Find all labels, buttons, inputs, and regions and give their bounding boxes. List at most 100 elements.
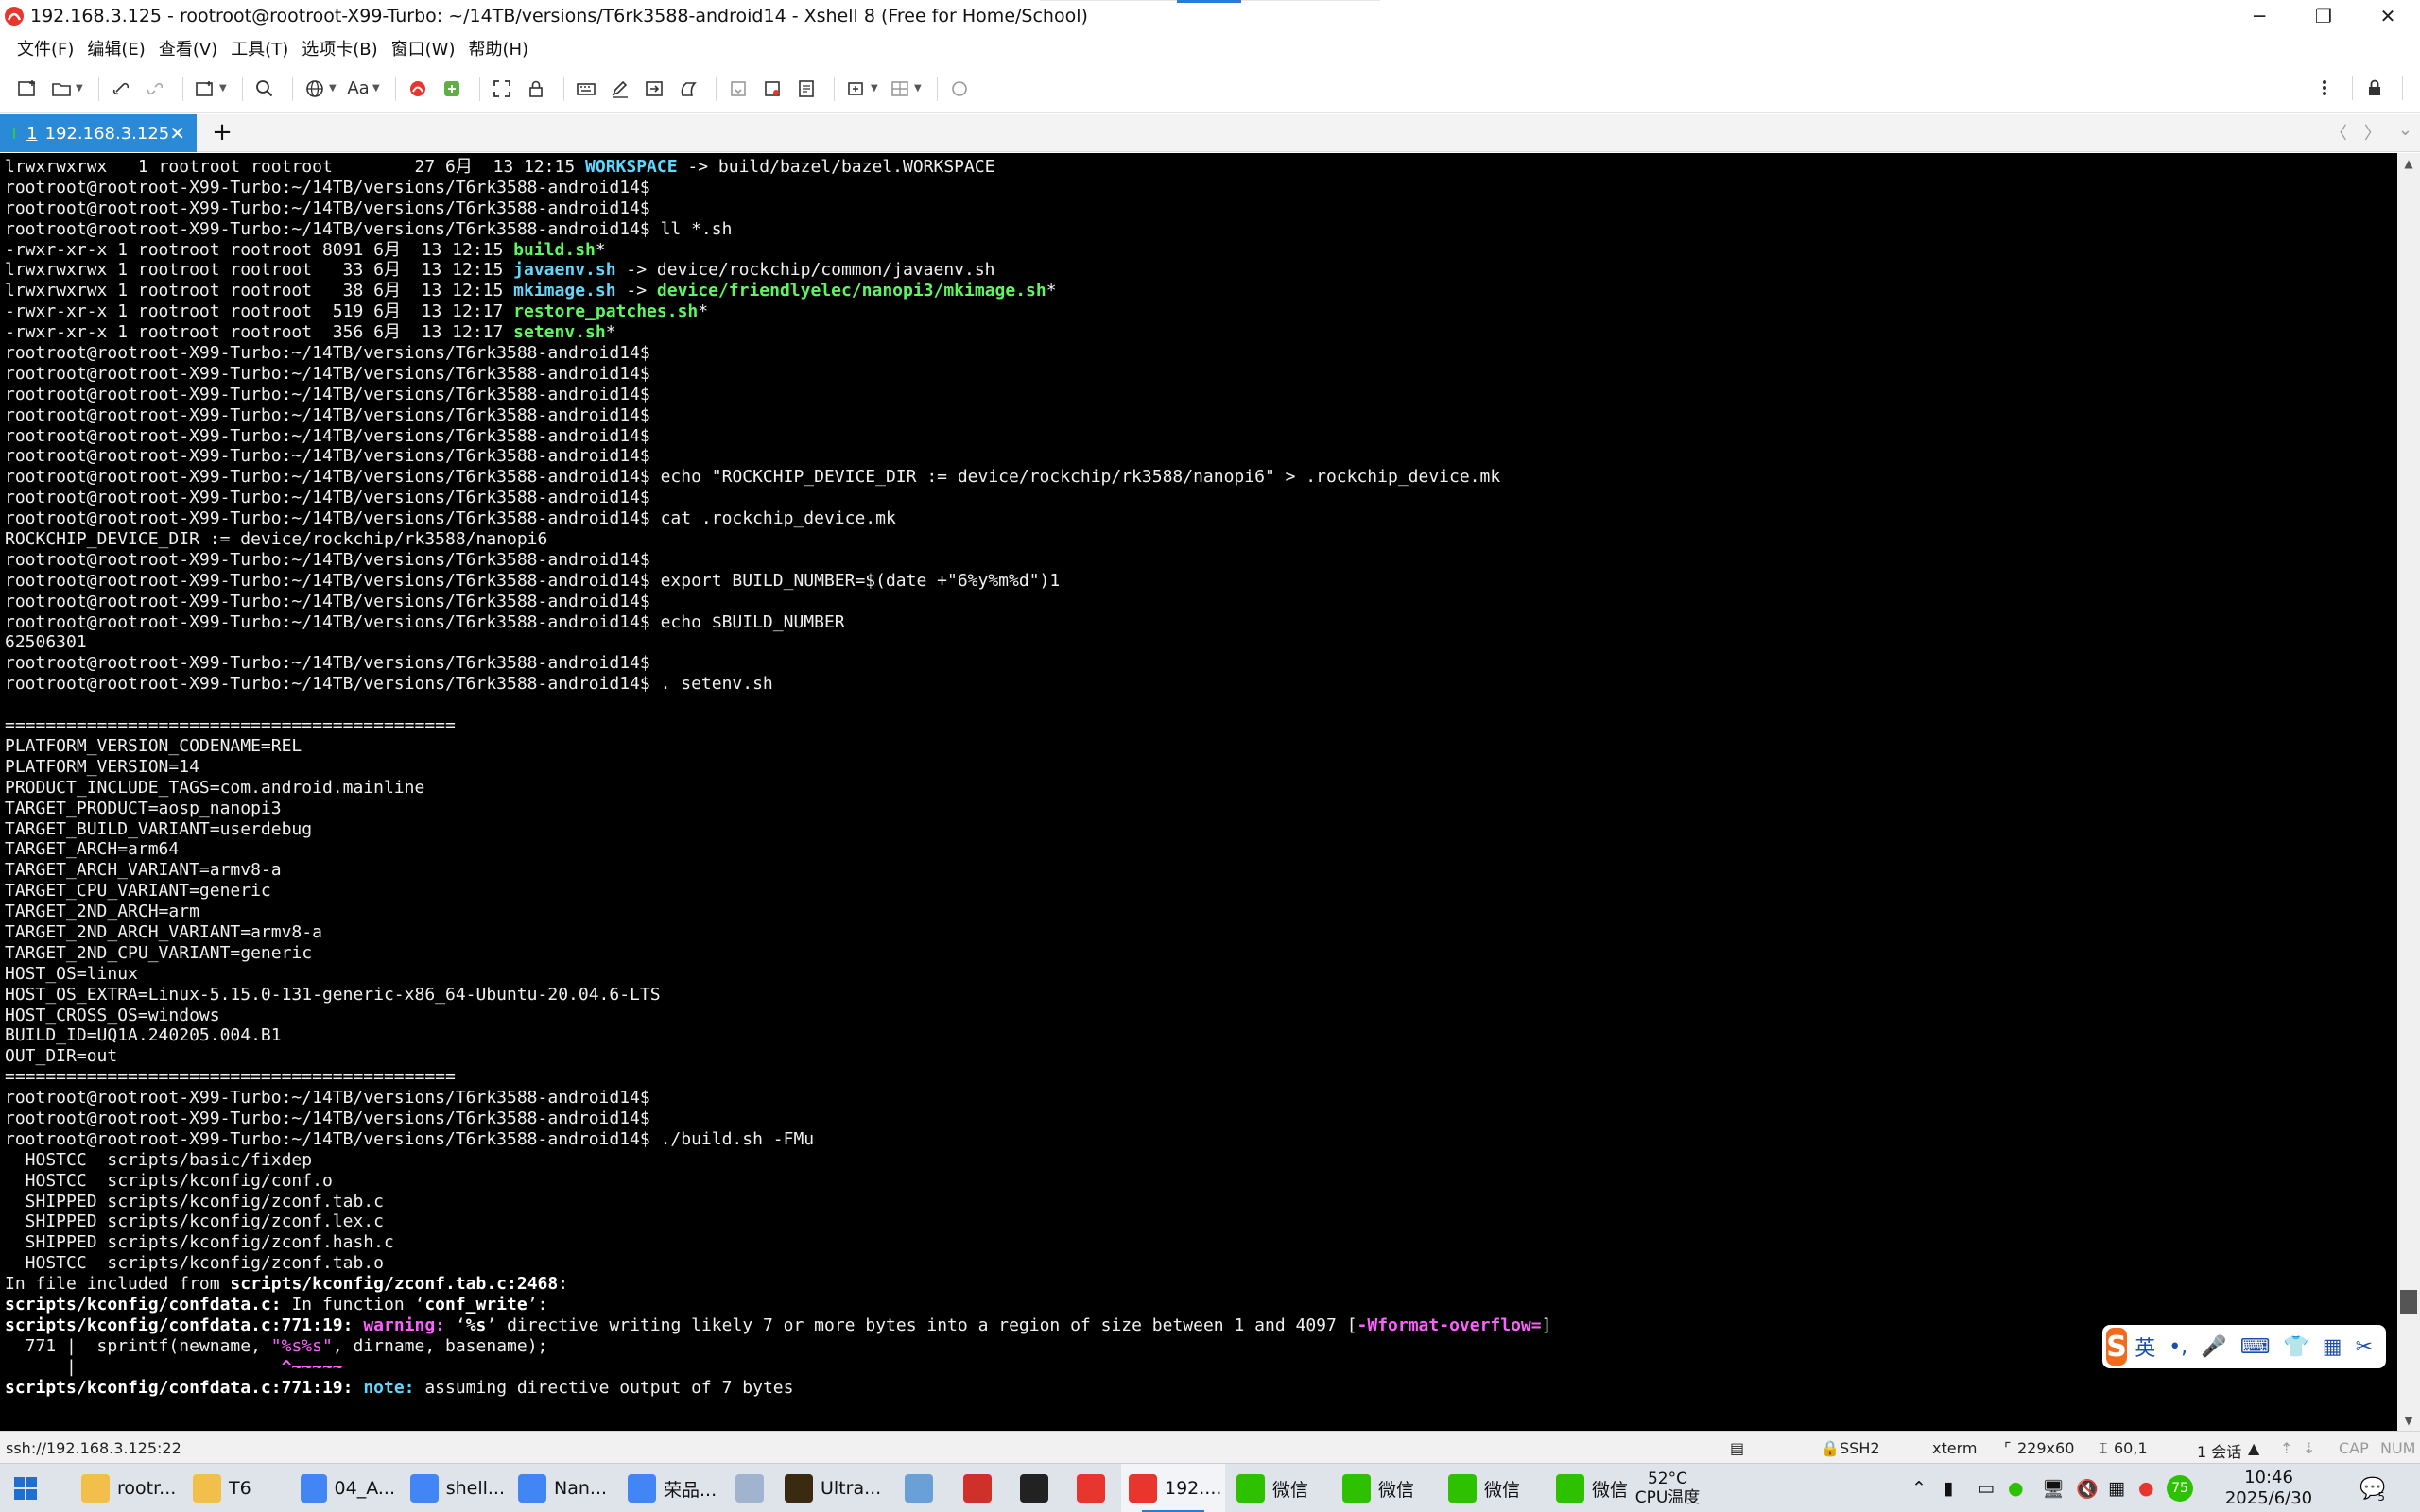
scroll-down-icon[interactable]: ▼ xyxy=(2397,1410,2420,1431)
lock-screen-icon[interactable] xyxy=(2360,74,2389,102)
network-icon[interactable]: 🖥 xyxy=(2042,1464,2065,1512)
taskbar-item[interactable]: 荣品... xyxy=(620,1464,722,1512)
taskbar-item[interactable] xyxy=(726,1464,773,1512)
chevron-down-icon[interactable]: ▼ xyxy=(219,83,229,94)
search-icon[interactable] xyxy=(251,75,279,103)
ime-punctuation-icon[interactable]: •, xyxy=(2169,1335,2187,1359)
terminal-scrollbar[interactable]: ▲ ▼ xyxy=(2397,153,2420,1431)
ime-toolbar[interactable]: S 英 •, 🎤 ⌨ 👕 ▦ ✂ xyxy=(2102,1325,2386,1368)
terminal-output[interactable]: lrwxrwxrwx 1 rootroot rootroot 27 6月 13 … xyxy=(0,153,2397,1431)
transfer-icon[interactable] xyxy=(724,75,752,103)
volume-muted-icon[interactable]: 🔇 xyxy=(2076,1464,2099,1512)
ime-toolbox-icon[interactable]: ▦ xyxy=(2323,1335,2342,1359)
new-window-icon[interactable] xyxy=(191,75,219,103)
taskbar-item[interactable]: Nan... xyxy=(510,1464,613,1512)
globe-icon[interactable] xyxy=(301,75,329,103)
ime-keyboard-icon[interactable]: ⌨ xyxy=(2240,1335,2271,1359)
chevron-down-icon[interactable]: ▼ xyxy=(76,83,85,94)
xftp-green-icon[interactable] xyxy=(438,75,466,103)
keyboard-icon[interactable] xyxy=(572,75,600,103)
title-bar: 192.168.3.125 - rootroot@rootroot-X99-Tu… xyxy=(0,0,2420,32)
taskbar-item[interactable]: 微信 xyxy=(1229,1464,1331,1512)
lock-icon[interactable] xyxy=(522,75,550,103)
chevron-down-icon[interactable]: ▼ xyxy=(372,83,382,94)
menu-file[interactable]: 文件(F) xyxy=(17,36,74,60)
status-connection: ssh://192.168.3.125:22 xyxy=(6,1439,182,1457)
taskbar-item[interactable]: 04_A... xyxy=(293,1464,395,1512)
layout-icon[interactable] xyxy=(886,75,914,103)
taskbar-item[interactable]: 微信 xyxy=(1335,1464,1437,1512)
ime-voice-icon[interactable]: 🎤 xyxy=(2201,1335,2226,1359)
connect-link-icon[interactable] xyxy=(107,75,135,103)
menu-window[interactable]: 窗口(W) xyxy=(391,36,456,60)
tray-grid-icon[interactable]: ▦ xyxy=(2108,1464,2125,1512)
menu-tabs[interactable]: 选项卡(B) xyxy=(302,36,377,60)
taskbar-item[interactable] xyxy=(951,1464,1004,1512)
tray-app-icon[interactable]: ▮ xyxy=(1944,1464,1953,1512)
tray-wechat-icon[interactable]: ● xyxy=(2008,1464,2024,1512)
taskbar-item[interactable]: 微信 xyxy=(1441,1464,1543,1512)
terminal-text: HOSTCC scripts/kconfig/zconf.tab.o xyxy=(5,1253,384,1274)
status-lock-icon: 🔒 xyxy=(1821,1439,1840,1457)
tab-session-1[interactable]: 1 192.168.3.125 ✕ xyxy=(0,114,197,152)
cpu-temp-widget[interactable]: 52°C CPU温度 xyxy=(1611,1464,1724,1512)
tray-overflow-icon[interactable]: ⌃ xyxy=(1911,1464,1927,1512)
taskbar-item[interactable]: 192.... xyxy=(1121,1464,1225,1512)
new-session-icon[interactable] xyxy=(13,75,42,103)
chevron-down-icon[interactable]: ▼ xyxy=(871,83,880,94)
chevron-down-icon[interactable]: ▼ xyxy=(914,83,924,94)
script-icon[interactable] xyxy=(674,75,702,103)
menu-edit[interactable]: 编辑(E) xyxy=(87,36,145,60)
taskbar-app-icon xyxy=(785,1474,813,1503)
send-file-icon[interactable] xyxy=(640,75,668,103)
notes-icon[interactable] xyxy=(792,75,821,103)
ime-skin-icon[interactable]: 👕 xyxy=(2283,1335,2308,1359)
compose-icon[interactable] xyxy=(606,75,634,103)
minimize-button[interactable]: ─ xyxy=(2227,0,2291,32)
taskbar-item[interactable]: T6 xyxy=(185,1464,287,1512)
taskbar-item[interactable]: rootr... xyxy=(74,1464,178,1512)
font-button[interactable]: Aa xyxy=(344,75,372,103)
ime-lang-toggle[interactable]: 英 xyxy=(2135,1332,2155,1362)
sessions-caret-icon[interactable]: ▲ xyxy=(2248,1439,2259,1457)
disconnect-link-icon[interactable] xyxy=(141,75,169,103)
status-info-icon[interactable]: ▤ xyxy=(1730,1439,1744,1457)
add-pane-icon[interactable] xyxy=(842,75,871,103)
status-sessions[interactable]: 1 会话 xyxy=(2197,1439,2241,1462)
taskbar-item[interactable] xyxy=(1064,1464,1117,1512)
status-up-icon[interactable]: ⇡ xyxy=(2280,1439,2292,1457)
more-options-icon[interactable] xyxy=(2310,74,2339,102)
system-clock[interactable]: 10:46 2025/6/30 xyxy=(2212,1468,2325,1509)
terminal-text: ROCKCHIP_DEVICE_DIR := device/rockchip/r… xyxy=(5,529,548,550)
menu-view[interactable]: 查看(V) xyxy=(159,36,217,60)
tab-close-icon[interactable]: ✕ xyxy=(169,122,185,145)
menu-help[interactable]: 帮助(H) xyxy=(468,36,528,60)
fullscreen-icon[interactable] xyxy=(488,75,516,103)
scroll-up-icon[interactable]: ▲ xyxy=(2397,153,2420,174)
taskbar-item[interactable] xyxy=(1008,1464,1061,1512)
ime-screenshot-icon[interactable]: ✂ xyxy=(2356,1335,2373,1359)
notification-center-icon[interactable]: 💬 5 xyxy=(2360,1464,2385,1512)
xshell-red-icon[interactable] xyxy=(404,75,432,103)
start-button[interactable] xyxy=(13,1464,55,1512)
status-down-icon[interactable]: ⇣ xyxy=(2303,1439,2315,1457)
tab-prev-icon[interactable]: 〈 xyxy=(2330,120,2347,145)
tray-badge[interactable]: 75 xyxy=(2167,1464,2193,1512)
add-tab-button[interactable]: + xyxy=(208,118,236,146)
menu-tools[interactable]: 工具(T) xyxy=(231,36,288,60)
chevron-down-icon[interactable]: ▼ xyxy=(329,83,338,94)
tab-next-icon[interactable]: 〉 xyxy=(2364,120,2381,145)
chat-bubble-icon[interactable] xyxy=(945,75,974,103)
battery-icon[interactable]: ▭ xyxy=(1978,1464,1995,1512)
close-button[interactable]: ✕ xyxy=(2356,0,2420,32)
taskbar-item[interactable]: Ultra... xyxy=(777,1464,887,1512)
sogou-logo-icon[interactable]: S xyxy=(2106,1328,2128,1366)
restore-button[interactable]: ❐ xyxy=(2291,0,2356,32)
open-folder-icon[interactable] xyxy=(47,75,76,103)
tray-xshell-icon[interactable]: ● xyxy=(2138,1464,2154,1512)
tab-list-icon[interactable]: ⌄ xyxy=(2398,120,2412,145)
log-record-icon[interactable] xyxy=(758,75,786,103)
taskbar-item[interactable]: shell... xyxy=(403,1464,505,1512)
taskbar-item[interactable] xyxy=(892,1464,945,1512)
scrollbar-thumb[interactable] xyxy=(2400,1290,2417,1314)
